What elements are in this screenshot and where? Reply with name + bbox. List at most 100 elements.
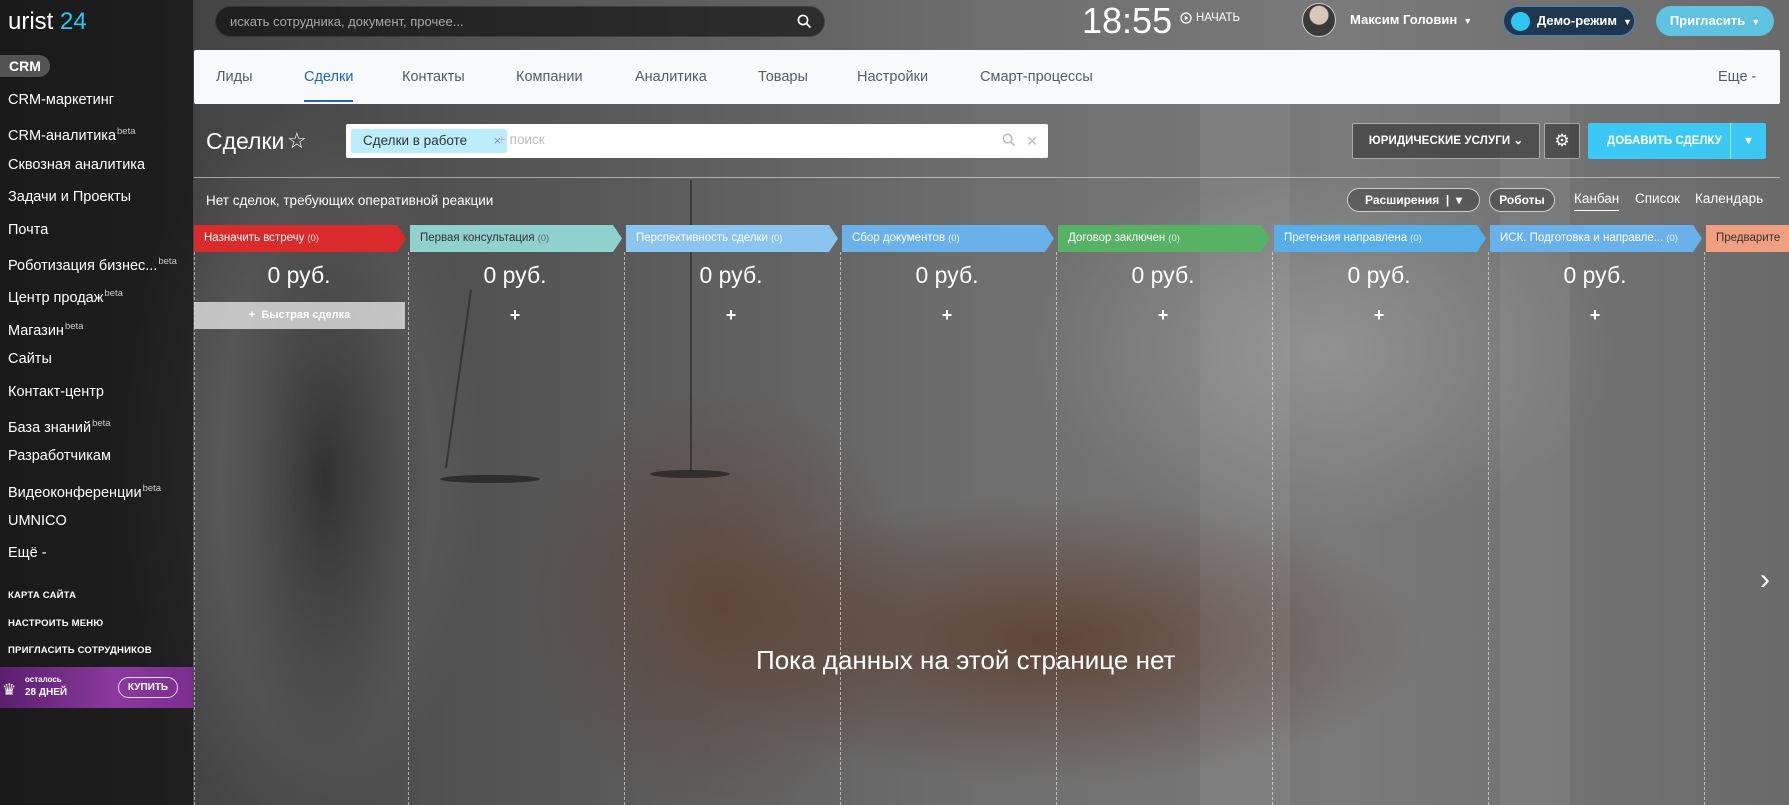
stage-header[interactable]: Сбор документов (0) bbox=[842, 225, 1054, 252]
sidebar-item[interactable]: Задачи и Проекты bbox=[8, 187, 193, 219]
stage-header[interactable]: Назначить встречу (0) bbox=[194, 225, 406, 252]
search-input[interactable] bbox=[230, 7, 790, 36]
tab-companies[interactable]: Компании bbox=[516, 69, 583, 85]
add-deal-plus-icon[interactable]: + bbox=[626, 305, 836, 326]
user-menu[interactable]: Максим Головин ▼ bbox=[1350, 12, 1472, 27]
filter-bar[interactable]: Сделки в работе × + поиск ✕ bbox=[346, 124, 1048, 158]
trial-banner: ♛ осталось 28 ДНЕЙ КУПИТЬ bbox=[0, 667, 193, 708]
stage-name: Перспективность сделки bbox=[636, 232, 768, 244]
notice-text: Нет сделок, требующих оперативной реакци… bbox=[206, 193, 494, 208]
chevron-down-icon: ▾ bbox=[1455, 193, 1462, 207]
sidebar-item[interactable]: CRM-аналитикаbeta bbox=[8, 122, 193, 154]
play-icon bbox=[1180, 12, 1192, 24]
sidebar-item-crm[interactable]: CRM bbox=[0, 55, 50, 77]
stage-name: Договор заключен bbox=[1068, 232, 1166, 244]
sidebar-item-label: CRM-маркетинг bbox=[8, 92, 115, 108]
start-workday-button[interactable]: НАЧАТЬ bbox=[1180, 12, 1240, 24]
tab-settings[interactable]: Настройки bbox=[857, 69, 928, 85]
sidebar-item[interactable]: Сквозная аналитика bbox=[8, 155, 193, 187]
column-divider bbox=[408, 252, 409, 805]
sidebar-item-label: CRM-аналитика bbox=[8, 128, 117, 145]
view-kanban[interactable]: Канбан bbox=[1574, 191, 1620, 211]
add-deal-plus-icon[interactable]: + bbox=[1058, 305, 1268, 326]
quick-deal-button[interactable]: + Быстрая сделка bbox=[194, 302, 405, 329]
stage-header[interactable]: Первая консультация (0) bbox=[410, 225, 622, 252]
background-scene bbox=[0, 0, 1789, 805]
tab-deals[interactable]: Сделки bbox=[304, 69, 354, 102]
divider bbox=[194, 177, 1780, 178]
add-deal-plus-icon[interactable]: + bbox=[410, 305, 620, 326]
global-search bbox=[215, 6, 825, 37]
sidebar-item[interactable]: Магазинbeta bbox=[8, 317, 193, 349]
tab-analytics[interactable]: Аналитика bbox=[635, 69, 707, 85]
tab-leads[interactable]: Лиды bbox=[216, 69, 253, 85]
logo[interactable]: urist 24 bbox=[8, 8, 87, 36]
tab-more[interactable]: Еще - bbox=[1718, 69, 1756, 85]
stage-header[interactable]: Предварите bbox=[1706, 225, 1789, 252]
sidebar-item[interactable]: База знанийbeta bbox=[8, 414, 193, 446]
add-deal-plus-icon[interactable]: + bbox=[842, 305, 1052, 326]
demo-mode-button[interactable]: Демо-режим ▼ bbox=[1503, 6, 1635, 36]
sidebar-item[interactable]: Почта bbox=[8, 220, 193, 252]
avatar[interactable] bbox=[1302, 3, 1336, 37]
left-sidebar: urist 24 CRM CRM-маркетинг CRM-аналитикаb… bbox=[0, 0, 193, 805]
stage-name: Сбор документов bbox=[852, 232, 946, 244]
sidebar-item[interactable]: Видеоконференцииbeta bbox=[8, 479, 193, 511]
filter-chip[interactable]: Сделки в работе × bbox=[351, 129, 508, 153]
stage-header[interactable]: Претензия направлена (0) bbox=[1274, 225, 1486, 252]
gear-icon[interactable]: ⚙ bbox=[1544, 123, 1580, 159]
stage-header[interactable]: Перспективность сделки (0) bbox=[626, 225, 838, 252]
stage-sum: 0 руб. bbox=[699, 262, 763, 288]
sidebar-item-label: Сайты bbox=[8, 351, 52, 368]
stage-header[interactable]: ИСК. Подготовка и направле... (0) bbox=[1490, 225, 1702, 252]
add-deal-button[interactable]: ДОБАВИТЬ СДЕЛКУ ▾ bbox=[1588, 123, 1766, 159]
sidebar-item[interactable]: UMNICO bbox=[8, 511, 193, 543]
beta-badge: beta bbox=[142, 482, 162, 494]
stage-sum: 0 руб. bbox=[1347, 262, 1411, 288]
stage-name: Предварите bbox=[1716, 232, 1781, 244]
robots-button[interactable]: Роботы bbox=[1489, 188, 1555, 212]
filter-search-placeholder[interactable]: + поиск bbox=[498, 132, 545, 147]
sidebar-item[interactable]: Разработчикам bbox=[8, 446, 193, 478]
configure-menu-link[interactable]: НАСТРОИТЬ МЕНЮ bbox=[8, 618, 152, 646]
chevron-down-icon[interactable]: ▾ bbox=[1730, 123, 1766, 159]
column-divider bbox=[194, 252, 195, 805]
sidebar-item-label: Видеоконференции bbox=[8, 484, 142, 501]
tab-contacts[interactable]: Контакты bbox=[402, 69, 465, 85]
sidebar-item[interactable]: Контакт-центр bbox=[8, 382, 193, 414]
stage-sum: 0 руб. bbox=[1563, 262, 1627, 288]
direction-dropdown[interactable]: ЮРИДИЧЕСКИЕ УСЛУГИ ⌄ bbox=[1352, 123, 1540, 159]
add-deal-label: ДОБАВИТЬ СДЕЛКУ bbox=[1607, 135, 1722, 147]
background-pillar bbox=[1200, 100, 1290, 805]
sidebar-item[interactable]: Центр продажbeta bbox=[8, 284, 193, 316]
stage-name: ИСК. Подготовка и направле... bbox=[1500, 232, 1664, 244]
chevron-down-icon: ▼ bbox=[1463, 16, 1473, 26]
sidebar-item[interactable]: Сайты bbox=[8, 349, 193, 381]
page-title: Сделки bbox=[206, 128, 285, 154]
chevron-down-icon: ⌄ bbox=[1513, 135, 1524, 147]
clear-icon[interactable]: ✕ bbox=[1026, 133, 1038, 150]
chevron-right-icon[interactable]: › bbox=[1760, 563, 1770, 597]
add-deal-plus-icon[interactable]: + bbox=[1490, 305, 1700, 326]
star-icon[interactable]: ☆ bbox=[287, 128, 307, 154]
sidebar-item-label: Роботизация бизнес... bbox=[8, 257, 158, 274]
tab-smart-processes[interactable]: Смарт-процессы bbox=[980, 69, 1093, 85]
sitemap-link[interactable]: КАРТА САЙТА bbox=[8, 590, 152, 618]
sidebar-item[interactable]: Ещё - bbox=[8, 543, 193, 575]
view-list[interactable]: Список bbox=[1635, 191, 1680, 206]
stage-header[interactable]: Договор заключен (0) bbox=[1058, 225, 1270, 252]
invite-button[interactable]: Пригласить ▼ bbox=[1656, 6, 1774, 36]
search-icon[interactable] bbox=[1002, 133, 1016, 147]
column-divider bbox=[1704, 252, 1705, 805]
sidebar-item[interactable]: Роботизация бизнес...beta bbox=[8, 252, 193, 284]
sidebar-menu: CRM-маркетинг CRM-аналитикаbeta Сквозная а… bbox=[8, 90, 193, 576]
extensions-dropdown[interactable]: Расширения | ▾ bbox=[1347, 188, 1480, 212]
search-icon[interactable] bbox=[797, 14, 812, 34]
stage-count: (0) bbox=[1666, 233, 1678, 244]
add-deal-plus-icon[interactable]: + bbox=[1274, 305, 1484, 326]
view-calendar[interactable]: Календарь bbox=[1695, 191, 1763, 206]
sidebar-item[interactable]: CRM-маркетинг bbox=[8, 90, 193, 122]
column-divider bbox=[1488, 252, 1489, 805]
tab-products[interactable]: Товары bbox=[758, 69, 808, 85]
buy-button[interactable]: КУПИТЬ bbox=[118, 677, 178, 698]
